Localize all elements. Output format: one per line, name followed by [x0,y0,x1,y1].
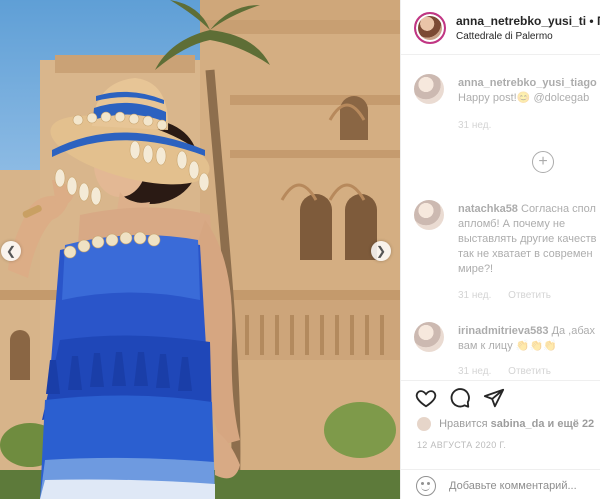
post-location[interactable]: Cattedrale di Palermo [456,31,553,42]
post-sidebar: anna_netrebko_yusi_ti • По Cattedrale di… [400,0,600,499]
comment-icon[interactable] [449,387,471,409]
commenter-avatar[interactable] [414,74,444,104]
post-header: anna_netrebko_yusi_ti • По Cattedrale di… [401,0,600,55]
author-username[interactable]: anna_netrebko_yusi_ti [456,14,586,28]
comment-meta: 31 нед. Ответить [458,290,565,301]
author-username-row: anna_netrebko_yusi_ti • По [456,14,600,28]
liker-username[interactable]: sabina_da [491,418,545,430]
comments-list: anna_netrebko_yusi_tiago Happy post!😊 @d… [401,56,600,380]
likes-prefix: Нравится [439,417,488,430]
next-photo-button[interactable]: ❯ [371,241,391,261]
chevron-left-icon: ❮ [5,244,17,258]
chevron-right-icon: ❯ [375,244,387,258]
comment-time[interactable]: 31 нед. [458,366,491,377]
likes-summary: Нравится sabina_da и ещё 22 [417,417,594,431]
emoji-icon[interactable] [416,476,436,496]
previous-photo-button[interactable]: ❮ [1,241,21,261]
comment-text: irinadmitrieva583 Да ,абах вам к лицу 👏👏… [458,324,600,354]
comment-time[interactable]: 31 нед. [458,290,491,301]
comment-line: Да ,абах [551,325,596,337]
add-comment-input[interactable] [449,477,599,495]
post-actions: Нравится sabina_da и ещё 22 12 АВГУСТА 2… [401,380,600,499]
commenter-avatar[interactable] [414,200,444,230]
liker-avatar [417,417,431,431]
heart-icon[interactable] [415,387,437,409]
comment-meta: 31 нед. [458,120,505,131]
commenter-username[interactable]: irinadmitrieva583 [458,325,549,337]
likes-count[interactable]: и ещё 22 [548,418,595,430]
comment-line: апломб! А почему не [458,218,566,230]
post-date[interactable]: 12 АВГУСТА 2020 Г. [417,440,506,450]
comment-line: Согласна спол [521,203,596,215]
commenter-username[interactable]: natachka58 [458,203,518,215]
comment-time[interactable]: 31 нед. [458,120,491,131]
comment-line: выставлять другие качеств [458,233,597,245]
comment-text: anna_netrebko_yusi_tiago Happy post!😊 @d… [458,76,600,106]
comment-line: так не хватает в современ [458,248,593,260]
photo-illustration [0,0,400,499]
reply-button[interactable]: Ответить [508,366,551,377]
comment-line: Happy post!😊 @dolcegab [458,92,590,104]
load-more-comments-button[interactable]: + [532,151,554,173]
share-icon[interactable] [483,387,505,409]
comment-line: вам к лицу 👏👏👏 [458,340,557,352]
add-comment-row [401,469,600,499]
comment-text: natachka58 Согласна спол апломб! А почем… [458,202,600,277]
comment-line: мире?! [458,263,494,275]
follow-link[interactable]: • По [589,14,600,28]
reply-button[interactable]: Ответить [508,290,551,301]
commenter-username[interactable]: anna_netrebko_yusi_tiago [458,77,597,89]
plus-icon: + [538,153,548,170]
post-photo[interactable]: ❮ ❯ [0,0,400,499]
commenter-avatar[interactable] [414,322,444,352]
comment-meta: 31 нед. Ответить [458,366,565,377]
author-avatar[interactable] [414,12,446,44]
